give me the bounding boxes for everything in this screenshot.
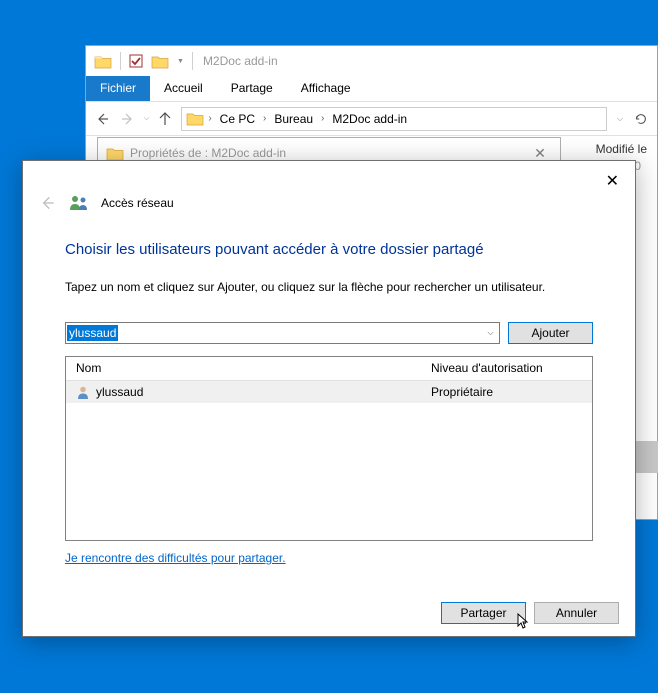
chevron-right-icon[interactable]: › — [319, 113, 326, 124]
menu-view[interactable]: Affichage — [287, 76, 365, 101]
cancel-button[interactable]: Annuler — [534, 602, 619, 624]
user-table: Nom Niveau d'autorisation ylussaud Propr… — [65, 356, 593, 541]
breadcrumb-folder[interactable]: M2Doc add-in — [328, 110, 411, 128]
dropdown-caret-icon[interactable]: ▼ — [177, 58, 184, 65]
sharing-main-title: Choisir les utilisateurs pouvant accéder… — [65, 241, 593, 258]
people-icon — [69, 194, 89, 212]
folder-icon — [94, 54, 112, 69]
add-button[interactable]: Ajouter — [508, 322, 593, 344]
sharing-dialog: ✕ Accès réseau Choisir les utilisateurs … — [22, 160, 636, 637]
refresh-icon[interactable] — [631, 109, 651, 129]
properties-title: Propriétés de : M2Doc add-in — [130, 146, 286, 160]
dropdown-arrow-icon[interactable]: ⌵ — [481, 323, 499, 343]
sharing-subtitle: Tapez un nom et cliquez sur Ajouter, ou … — [65, 280, 593, 294]
explorer-navbar: ⌵ › Ce PC › Bureau › M2Doc add-in ⌵ — [86, 101, 657, 136]
table-row[interactable]: ylussaud Propriétaire — [66, 381, 592, 403]
nav-forward-icon — [118, 109, 138, 129]
menu-file[interactable]: Fichier — [86, 76, 150, 101]
chevron-right-icon[interactable]: › — [206, 113, 213, 124]
share-button[interactable]: Partager — [441, 602, 526, 624]
explorer-window-title: M2Doc add-in — [203, 54, 278, 68]
folder-icon — [186, 111, 204, 126]
user-permission: Propriétaire — [431, 385, 493, 399]
user-select-value: ylussaud — [67, 325, 118, 341]
close-icon[interactable]: ✕ — [598, 167, 627, 195]
nav-up-icon[interactable] — [155, 109, 175, 129]
folder-dropdown-icon[interactable] — [151, 54, 169, 69]
menu-home[interactable]: Accueil — [150, 76, 217, 101]
table-header: Nom Niveau d'autorisation — [66, 357, 592, 381]
column-permission-header[interactable]: Niveau d'autorisation — [421, 357, 592, 380]
nav-back-icon[interactable] — [92, 109, 112, 129]
breadcrumb-this-pc[interactable]: Ce PC — [216, 110, 259, 128]
checkmark-icon — [129, 54, 143, 68]
scrollbar-fragment — [636, 441, 658, 473]
breadcrumb-desktop[interactable]: Bureau — [270, 110, 317, 128]
menu-share[interactable]: Partage — [217, 76, 287, 101]
user-name: ylussaud — [96, 385, 143, 399]
column-header-modified[interactable]: Modifié le — [596, 142, 647, 156]
back-icon — [37, 193, 57, 213]
user-icon — [76, 385, 90, 399]
folder-icon — [106, 146, 124, 161]
nav-history-dropdown-icon[interactable]: ⌵ — [144, 115, 149, 123]
share-button-label: Partager — [460, 606, 506, 620]
explorer-menubar: Fichier Accueil Partage Affichage — [86, 76, 657, 101]
cursor-icon — [517, 613, 531, 631]
trouble-sharing-link[interactable]: Je rencontre des difficultés pour partag… — [65, 551, 286, 565]
explorer-titlebar: ▼ M2Doc add-in — [86, 46, 657, 76]
user-select-input[interactable]: ylussaud ⌵ — [65, 322, 500, 344]
column-name-header[interactable]: Nom — [66, 357, 421, 380]
chevron-right-icon[interactable]: › — [261, 113, 268, 124]
breadcrumb-dropdown-icon[interactable]: ⌵ — [613, 114, 627, 124]
sharing-header-title: Accès réseau — [101, 196, 174, 210]
breadcrumb[interactable]: › Ce PC › Bureau › M2Doc add-in — [181, 107, 607, 131]
